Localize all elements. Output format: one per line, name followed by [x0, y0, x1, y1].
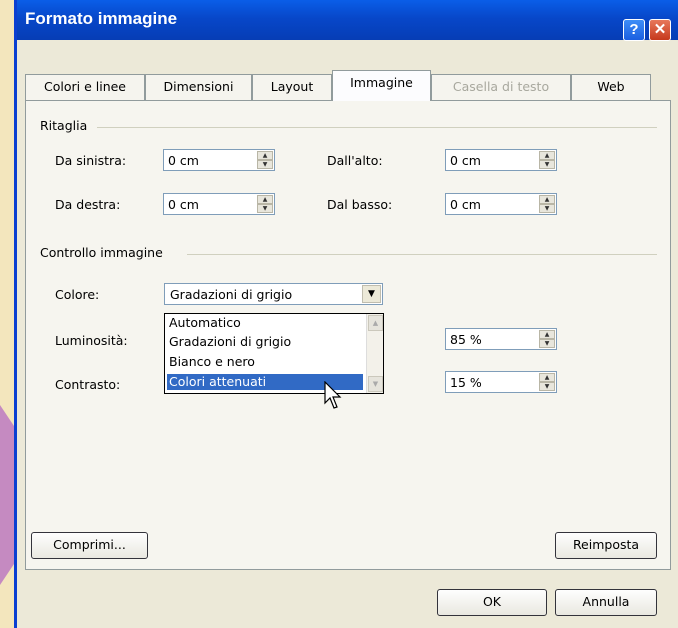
color-label: Colore:: [55, 287, 100, 302]
scroll-up-icon[interactable]: ▲: [368, 315, 383, 331]
close-button[interactable]: ✕: [649, 19, 671, 41]
title-bar: Formato immagine ? ✕: [17, 0, 678, 41]
brightness-spinner[interactable]: 85 % ▲ ▼: [445, 328, 557, 350]
tab-picture[interactable]: Immagine: [332, 70, 431, 101]
cancel-button[interactable]: Annulla: [555, 589, 657, 616]
contrast-spinner[interactable]: 15 % ▲ ▼: [445, 371, 557, 393]
tab-web[interactable]: Web: [571, 74, 651, 100]
format-picture-dialog: Formato immagine ? ✕ Colori e linee Dime…: [14, 0, 678, 628]
contrast-value: 15 %: [450, 375, 482, 390]
compress-button[interactable]: Comprimi...: [31, 532, 148, 559]
crop-group-label: Ritaglia: [40, 118, 94, 133]
crop-top-spinner[interactable]: 0 cm ▲ ▼: [445, 149, 557, 171]
color-dropdown-value: Gradazioni di grigio: [170, 287, 293, 302]
color-dropdown[interactable]: Gradazioni di grigio ▼: [164, 283, 383, 305]
brightness-value: 85 %: [450, 332, 482, 347]
crop-group-divider: [97, 127, 657, 128]
crop-bottom-value: 0 cm: [450, 197, 481, 212]
crop-right-label: Da destra:: [55, 197, 121, 212]
crop-bottom-label: Dal basso:: [327, 197, 393, 212]
ok-button[interactable]: OK: [437, 589, 547, 616]
spin-down-icon[interactable]: ▼: [539, 382, 555, 391]
spin-down-icon[interactable]: ▼: [257, 204, 273, 213]
list-scrollbar[interactable]: ▲ ▼: [366, 314, 383, 393]
image-control-group-label: Controllo immagine: [40, 245, 169, 260]
color-option-black-white[interactable]: Bianco e nero: [167, 354, 363, 370]
crop-left-spinner[interactable]: 0 cm ▲ ▼: [163, 149, 275, 171]
brightness-label: Luminosità:: [55, 333, 128, 348]
close-icon: ✕: [653, 21, 667, 38]
reset-button[interactable]: Reimposta: [555, 532, 657, 559]
spin-up-icon[interactable]: ▲: [539, 330, 555, 339]
tab-layout[interactable]: Layout: [252, 74, 332, 100]
mouse-pointer-icon: [324, 381, 342, 409]
crop-left-label: Da sinistra:: [55, 153, 127, 168]
crop-left-value: 0 cm: [168, 153, 199, 168]
color-options-list[interactable]: Automatico Gradazioni di grigio Bianco e…: [164, 313, 384, 394]
spin-down-icon[interactable]: ▼: [539, 160, 555, 169]
crop-bottom-spinner[interactable]: 0 cm ▲ ▼: [445, 193, 557, 215]
spin-up-icon[interactable]: ▲: [539, 195, 555, 204]
tab-size[interactable]: Dimensioni: [145, 74, 252, 100]
chevron-down-icon[interactable]: ▼: [362, 285, 381, 303]
contrast-label: Contrasto:: [55, 377, 121, 392]
crop-top-value: 0 cm: [450, 153, 481, 168]
tab-colors-lines[interactable]: Colori e linee: [25, 74, 145, 100]
spin-up-icon[interactable]: ▲: [257, 195, 273, 204]
spin-down-icon[interactable]: ▼: [257, 160, 273, 169]
spin-up-icon[interactable]: ▲: [539, 151, 555, 160]
color-option-grayscale[interactable]: Gradazioni di grigio: [167, 334, 363, 350]
help-button[interactable]: ?: [623, 19, 645, 41]
help-icon: ?: [629, 21, 639, 38]
crop-top-label: Dall'alto:: [327, 153, 383, 168]
spin-down-icon[interactable]: ▼: [539, 339, 555, 348]
color-option-automatic[interactable]: Automatico: [167, 315, 363, 331]
dialog-title: Formato immagine: [25, 9, 178, 28]
image-control-group-divider: [187, 254, 657, 255]
spin-down-icon[interactable]: ▼: [539, 204, 555, 213]
spin-up-icon[interactable]: ▲: [539, 373, 555, 382]
crop-right-spinner[interactable]: 0 cm ▲ ▼: [163, 193, 275, 215]
tab-text-box: Casella di testo: [431, 74, 571, 100]
scroll-down-icon[interactable]: ▼: [368, 376, 383, 392]
spin-up-icon[interactable]: ▲: [257, 151, 273, 160]
crop-right-value: 0 cm: [168, 197, 199, 212]
